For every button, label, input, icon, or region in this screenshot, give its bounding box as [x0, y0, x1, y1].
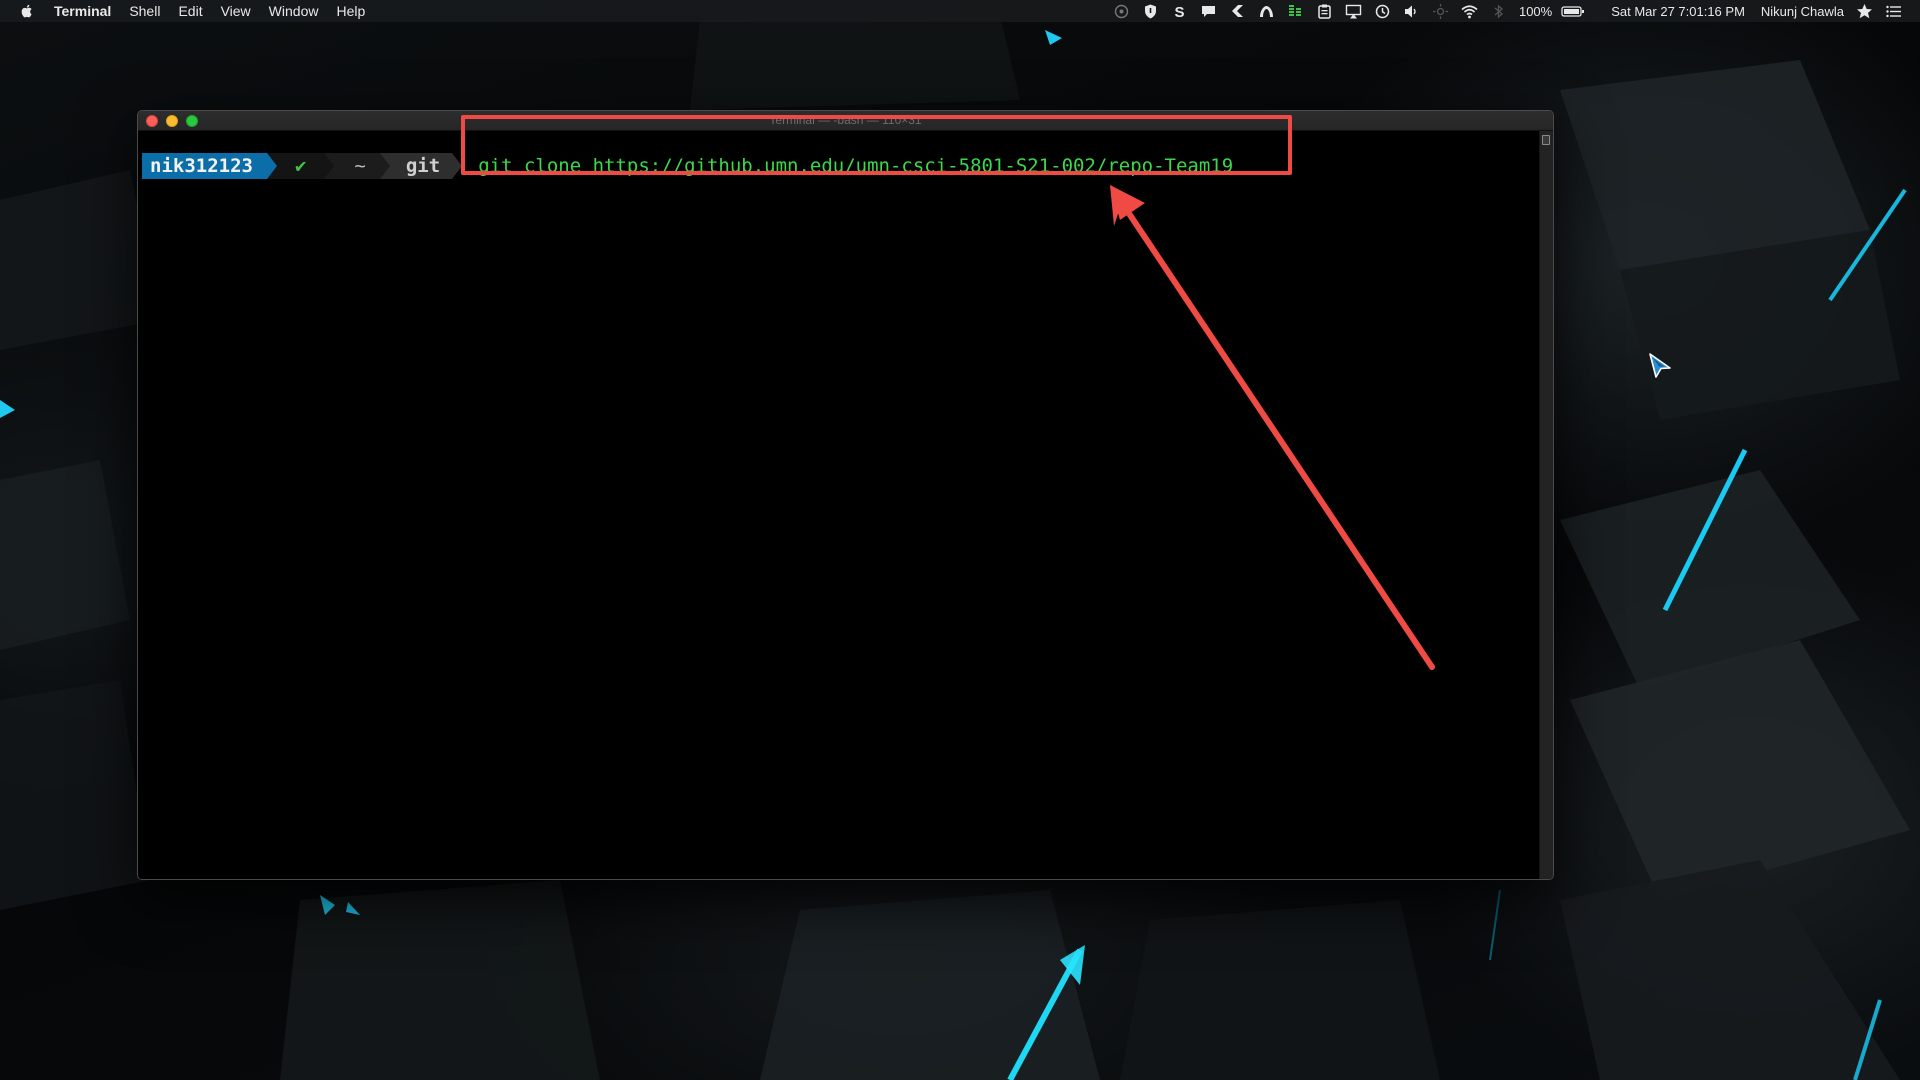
wifi-icon[interactable]	[1461, 3, 1478, 20]
mouse-cursor-icon	[1649, 353, 1671, 378]
prompt-status-check: ✔	[276, 153, 325, 179]
terminal-window[interactable]: Terminal — -bash — 110×31 nik312123 ✔ ~ …	[137, 110, 1554, 880]
menu-edit[interactable]: Edit	[169, 0, 211, 22]
battery-icon[interactable]	[1561, 3, 1585, 20]
shortcut-icon[interactable]	[1229, 3, 1246, 20]
s-app-icon[interactable]: S	[1171, 3, 1188, 20]
window-title: Terminal — -bash — 110×31	[769, 113, 922, 127]
volume-icon[interactable]	[1403, 3, 1420, 20]
scrollbar-thumb[interactable]	[1542, 135, 1550, 145]
command-text[interactable]: git clone https://github.umn.edu/umn-csc…	[478, 155, 1233, 177]
menu-app-name[interactable]: Terminal	[54, 0, 120, 22]
menu-help[interactable]: Help	[327, 0, 374, 22]
star-icon[interactable]	[1856, 3, 1873, 20]
prompt-separator	[379, 153, 390, 179]
clipboard-icon[interactable]	[1316, 3, 1333, 20]
prompt-separator	[324, 153, 335, 179]
menu-bar-left: Terminal Shell Edit View Window Help	[0, 0, 374, 22]
wifi-arc-icon[interactable]	[1258, 3, 1275, 20]
activity-bars-icon[interactable]	[1287, 3, 1304, 20]
menu-bar: Terminal Shell Edit View Window Help S 1…	[0, 0, 1920, 22]
battery-percentage: 100%	[1518, 3, 1553, 19]
bluetooth-icon[interactable]	[1490, 3, 1507, 20]
prompt-repo: git	[389, 153, 453, 179]
apple-icon[interactable]	[19, 3, 35, 19]
menu-window[interactable]: Window	[260, 0, 328, 22]
menu-bar-status: S 100% Sat Mar 27 7:01:16 PM Nikunj Chaw…	[1107, 0, 1920, 22]
brightness-icon[interactable]	[1432, 3, 1449, 20]
time-machine-icon[interactable]	[1374, 3, 1391, 20]
svg-text:S: S	[1174, 4, 1184, 20]
shield-icon[interactable]	[1142, 3, 1159, 20]
menu-view[interactable]: View	[212, 0, 260, 22]
date-time[interactable]: Sat Mar 27 7:01:16 PM	[1611, 4, 1745, 19]
prompt-directory: ~	[334, 153, 380, 179]
user-name[interactable]: Nikunj Chawla	[1761, 4, 1844, 19]
terminal-content[interactable]: nik312123 ✔ ~ git git clone https://gith…	[138, 131, 1539, 879]
prompt-separator	[452, 153, 463, 179]
fan-icon[interactable]	[1113, 3, 1130, 20]
chat-icon[interactable]	[1200, 3, 1217, 20]
prompt-user: nik312123	[142, 153, 267, 179]
airplay-icon[interactable]	[1345, 3, 1362, 20]
list-icon[interactable]	[1885, 3, 1902, 20]
scrollbar[interactable]	[1539, 131, 1553, 879]
terminal-titlebar[interactable]: Terminal — -bash — 110×31	[138, 111, 1553, 131]
shell-prompt: nik312123 ✔ ~ git git clone https://gith…	[142, 153, 1233, 179]
prompt-separator	[266, 153, 277, 179]
menu-shell[interactable]: Shell	[120, 0, 169, 22]
